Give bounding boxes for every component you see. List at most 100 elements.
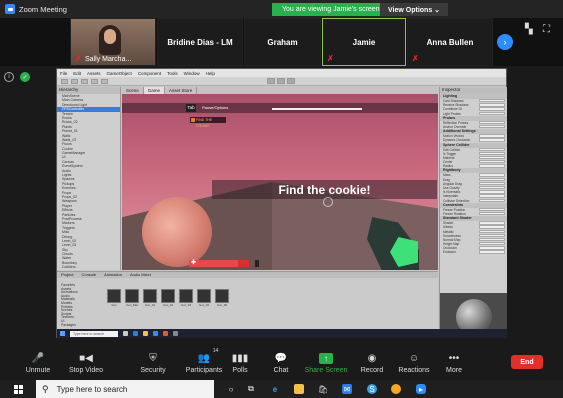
menu-assets[interactable]: Assets bbox=[87, 71, 101, 76]
asset-item[interactable]: Gun bbox=[107, 289, 121, 307]
tab-console[interactable]: Console bbox=[77, 272, 100, 278]
game-view[interactable]: Scene Game Asset Store Tab Pause/Options… bbox=[122, 87, 438, 270]
menu-tools[interactable]: Tools bbox=[167, 71, 178, 76]
inspector-field-value[interactable] bbox=[479, 164, 505, 168]
asset-item[interactable]: Gun_04 bbox=[197, 289, 211, 307]
inspector-field-value[interactable] bbox=[479, 107, 505, 111]
participant-tile-bridine[interactable]: Bridine Dias - LM bbox=[157, 18, 243, 66]
inspector-field-value[interactable] bbox=[479, 138, 505, 142]
asset-item[interactable]: Gun_Mat bbox=[125, 289, 139, 307]
asset-thumbnail bbox=[107, 289, 121, 303]
inspector-field-value[interactable] bbox=[479, 229, 505, 233]
menu-gameobject[interactable]: GameObject bbox=[107, 71, 132, 76]
tab-animation[interactable]: Animation bbox=[100, 272, 126, 278]
inspector-field-value[interactable] bbox=[479, 177, 505, 182]
store-icon[interactable]: 🛍 bbox=[318, 384, 328, 394]
inspector-field: Emission bbox=[440, 250, 507, 254]
record-icon: ◉ bbox=[367, 352, 377, 364]
inspector-field-value[interactable] bbox=[479, 155, 505, 160]
inspector-field-value[interactable] bbox=[479, 151, 505, 156]
inspector-field-value[interactable] bbox=[479, 211, 505, 216]
menu-edit[interactable]: Edit bbox=[73, 71, 81, 76]
inspector-field-value[interactable] bbox=[479, 147, 505, 151]
health-bar-end bbox=[255, 260, 259, 267]
inspector-field-value[interactable] bbox=[479, 207, 505, 212]
participant-tile-graham[interactable]: Graham bbox=[244, 18, 321, 66]
end-meeting-button[interactable]: End bbox=[511, 355, 543, 369]
participant-tile-jamie[interactable]: ✗ Jamie bbox=[322, 18, 406, 66]
hand-tool-icon[interactable] bbox=[61, 78, 68, 84]
cortana-icon[interactable]: ○ bbox=[226, 384, 236, 394]
info-icon[interactable]: i bbox=[4, 72, 14, 82]
asset-item[interactable]: Gun_05 bbox=[215, 289, 229, 307]
inspector-field-value[interactable] bbox=[479, 124, 505, 129]
inspector-field-value[interactable] bbox=[479, 160, 505, 164]
pause-icon[interactable] bbox=[277, 78, 285, 84]
shared-screen-taskbar: Type here to search bbox=[57, 329, 508, 338]
more-button[interactable]: ••• More bbox=[426, 350, 482, 375]
menu-help[interactable]: Help bbox=[206, 71, 215, 76]
inspector-field-value[interactable] bbox=[479, 246, 505, 250]
tab-game[interactable]: Game bbox=[143, 87, 166, 94]
security-button[interactable]: ⛨ Security bbox=[125, 350, 181, 375]
inspector-field-value[interactable] bbox=[479, 120, 505, 125]
inspector-field-value[interactable] bbox=[479, 190, 505, 194]
inspector-field-value[interactable] bbox=[479, 181, 505, 186]
tab-project[interactable]: Project bbox=[57, 272, 77, 278]
zoom-app-icon[interactable]: ▸ bbox=[416, 384, 426, 394]
inspector-field-value[interactable] bbox=[479, 111, 505, 115]
file-explorer-icon[interactable] bbox=[294, 384, 304, 394]
menu-window[interactable]: Window bbox=[184, 71, 200, 76]
inspector-field-value[interactable] bbox=[479, 173, 505, 177]
tab-audio-mixer[interactable]: Audio Mixer bbox=[126, 272, 155, 278]
inspector-field-value[interactable] bbox=[479, 103, 505, 107]
menu-file[interactable]: File bbox=[60, 71, 67, 76]
inspector-field-value[interactable] bbox=[479, 225, 505, 229]
asset-item[interactable]: Gun_02 bbox=[161, 289, 175, 307]
participant-tile-anna[interactable]: ✗ Anna Bullen bbox=[407, 18, 493, 66]
inspector-field-value[interactable] bbox=[479, 250, 505, 254]
unity-icon bbox=[173, 331, 178, 336]
inspector-field-value[interactable] bbox=[479, 233, 505, 238]
scale-tool-icon[interactable] bbox=[91, 78, 98, 84]
fullscreen-icon[interactable]: ⛶ bbox=[543, 24, 550, 35]
view-options-button[interactable]: View Options ⌄ bbox=[380, 3, 449, 16]
inspector-field-value[interactable] bbox=[479, 242, 505, 246]
inspector-field-value[interactable] bbox=[479, 99, 505, 103]
inspector-field-label: Emission bbox=[443, 250, 456, 255]
viewing-screen-banner: You are viewing Jamie's screen bbox=[272, 3, 390, 16]
inspector-field-value[interactable] bbox=[479, 194, 505, 198]
inspector-field-value[interactable] bbox=[479, 221, 505, 225]
skype-icon[interactable]: S bbox=[367, 384, 377, 394]
asset-label: Gun_02 bbox=[163, 303, 173, 307]
task-view-icon[interactable]: ⧉ bbox=[246, 384, 256, 394]
layout-toggle-icon[interactable]: ▚ bbox=[525, 24, 533, 35]
tab-asset-store[interactable]: Asset Store bbox=[165, 87, 198, 94]
stop-video-button[interactable]: ■◀ Stop Video bbox=[58, 350, 114, 375]
chrome-icon[interactable] bbox=[391, 384, 401, 394]
play-icon[interactable] bbox=[267, 78, 275, 84]
menu-component[interactable]: Component bbox=[138, 71, 161, 76]
hierarchy-item[interactable]: Colliders bbox=[57, 265, 120, 269]
asset-thumbnail bbox=[179, 289, 193, 303]
next-page-arrow-icon[interactable]: › bbox=[497, 34, 513, 50]
inspector-field-value[interactable] bbox=[479, 134, 505, 138]
asset-item[interactable]: Gun_01 bbox=[143, 289, 157, 307]
inspector-field-value[interactable] bbox=[479, 198, 505, 202]
rotate-tool-icon[interactable] bbox=[81, 78, 88, 84]
taskbar-search-box[interactable]: ⚲ Type here to search bbox=[36, 380, 214, 398]
move-tool-icon[interactable] bbox=[71, 78, 78, 84]
rect-tool-icon[interactable] bbox=[101, 78, 108, 84]
edge-browser-icon[interactable]: e bbox=[270, 384, 280, 394]
participant-tile-sally[interactable]: ✗ Sally Marcha... bbox=[70, 18, 156, 66]
tab-scene[interactable]: Scene bbox=[122, 87, 144, 94]
mail-icon[interactable]: ✉ bbox=[342, 384, 352, 394]
inspector-field-value[interactable] bbox=[479, 186, 505, 190]
asset-item[interactable]: Gun_03 bbox=[179, 289, 193, 307]
step-icon[interactable] bbox=[287, 78, 295, 84]
inspector-field-value[interactable] bbox=[479, 237, 505, 242]
polls-label: Polls bbox=[232, 367, 248, 374]
project-folder[interactable]: Packages bbox=[57, 323, 103, 328]
encryption-shield-icon[interactable]: ✓ bbox=[20, 72, 30, 82]
windows-start-button[interactable] bbox=[9, 380, 27, 398]
